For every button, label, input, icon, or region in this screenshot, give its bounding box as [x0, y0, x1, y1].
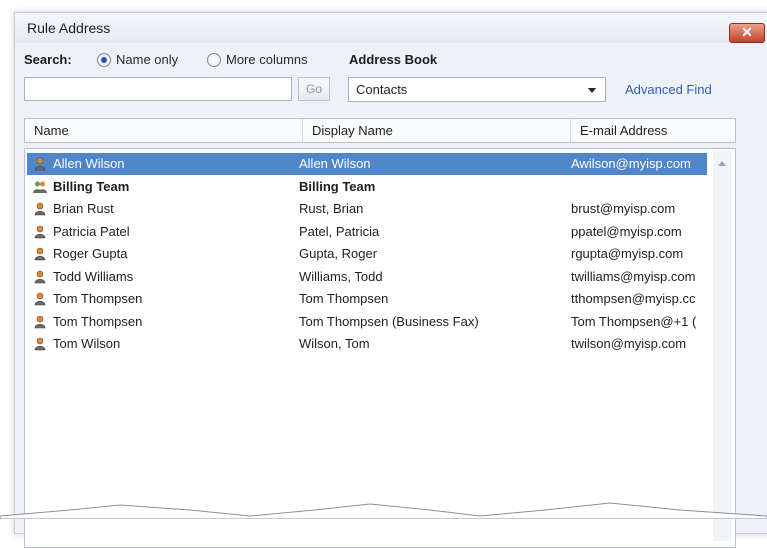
- list-item-selected[interactable]: Allen Wilson Allen Wilson Awilson@myisp.co…: [27, 153, 707, 175]
- person-icon: [33, 157, 47, 171]
- group-icon: [33, 180, 47, 194]
- column-header-email[interactable]: E-mail Address: [570, 119, 735, 142]
- address-book-label: Address Book: [349, 52, 438, 67]
- row-name: Billing Team: [53, 178, 130, 194]
- person-icon: [33, 270, 47, 284]
- radio-name-only-label: Name only: [116, 52, 179, 67]
- row-name: Tom Thompsen: [53, 291, 143, 306]
- row-display-name: Rust, Brian: [299, 201, 364, 216]
- radio-more-columns-label: More columns: [226, 52, 308, 67]
- person-icon: [33, 225, 47, 239]
- row-email: rgupta@myisp.com: [571, 246, 684, 261]
- column-header-display-name[interactable]: Display Name: [302, 119, 570, 142]
- advanced-find-link[interactable]: Advanced Find: [625, 82, 712, 97]
- person-icon: [33, 337, 47, 351]
- list-item[interactable]: Brian Rust Rust, Brian brust@myisp.com: [27, 198, 707, 220]
- search-label: Search:: [24, 52, 72, 67]
- vertical-scrollbar[interactable]: [713, 151, 731, 541]
- list-item[interactable]: Tom Thompsen Tom Thompsen (Business Fax) T…: [27, 311, 707, 333]
- list-item[interactable]: Patricia Patel Patel, Patricia ppatel@myis…: [27, 221, 707, 243]
- address-book-select[interactable]: Contacts: [348, 77, 606, 102]
- row-email: Tom Thompsen@+1 (: [571, 313, 697, 329]
- list-item[interactable]: Tom Thompsen Tom Thompsen tthompsen@myisp.…: [27, 288, 707, 310]
- row-email: Awilson@myisp.com: [571, 156, 691, 171]
- address-list: Allen Wilson Allen Wilson Awilson@myisp.co…: [24, 148, 736, 548]
- go-button[interactable]: Go: [298, 77, 330, 101]
- row-email: twilson@myisp.com: [571, 336, 687, 351]
- row-name: Patricia Patel: [53, 223, 130, 239]
- person-icon: [33, 202, 47, 216]
- column-header-row: Name Display Name E-mail Address: [24, 118, 736, 143]
- close-button[interactable]: ✕: [729, 23, 765, 43]
- row-email: ppatel@myisp.com: [571, 223, 682, 239]
- row-name: Tom Thompsen: [53, 313, 143, 329]
- row-name: Allen Wilson: [53, 156, 125, 171]
- window-title: Rule Address: [27, 20, 111, 36]
- row-name: Tom Wilson: [53, 336, 121, 351]
- row-display-name: Wilson, Tom: [299, 336, 370, 351]
- radio-selected-icon[interactable]: [97, 52, 111, 67]
- radio-more-columns[interactable]: More columns: [207, 52, 308, 67]
- radio-unselected-icon[interactable]: [207, 52, 221, 67]
- row-email: twilliams@myisp.com: [571, 268, 696, 284]
- address-book-selected-value: Contacts: [356, 82, 408, 97]
- person-icon: [33, 292, 47, 306]
- list-item[interactable]: Todd Williams Williams, Todd twilliams@myi…: [27, 266, 707, 288]
- row-name: Todd Williams: [53, 268, 134, 284]
- row-email: brust@myisp.com: [571, 201, 676, 216]
- scroll-up-arrow-icon[interactable]: [718, 161, 726, 166]
- row-display-name: Tom Thompsen: [299, 291, 389, 306]
- list-item[interactable]: Billing Team Billing Team: [27, 176, 707, 198]
- row-display-name: Allen Wilson: [299, 156, 371, 171]
- row-display-name: Patel, Patricia: [299, 223, 380, 239]
- radio-name-only[interactable]: Name only: [97, 52, 178, 67]
- row-email: [571, 176, 707, 198]
- row-name: Brian Rust: [53, 201, 114, 216]
- row-name: Roger Gupta: [53, 246, 128, 261]
- row-display-name: Williams, Todd: [299, 268, 383, 284]
- chevron-down-icon[interactable]: [588, 88, 596, 93]
- title-bar[interactable]: Rule Address ✕: [15, 13, 767, 43]
- row-display-name: Billing Team: [299, 178, 376, 194]
- row-display-name: Tom Thompsen (Business Fax): [299, 313, 479, 329]
- person-icon: [33, 315, 47, 329]
- column-header-name[interactable]: Name: [25, 119, 302, 142]
- list-item[interactable]: Roger Gupta Gupta, Roger rgupta@myisp.com: [27, 243, 707, 265]
- row-email: tthompsen@myisp.cc: [571, 291, 696, 306]
- search-input[interactable]: [24, 77, 292, 101]
- person-icon: [33, 247, 47, 261]
- torn-edge: [0, 502, 767, 519]
- row-display-name: Gupta, Roger: [299, 246, 378, 261]
- list-item[interactable]: Tom Wilson Wilson, Tom twilson@myisp.com: [27, 333, 707, 355]
